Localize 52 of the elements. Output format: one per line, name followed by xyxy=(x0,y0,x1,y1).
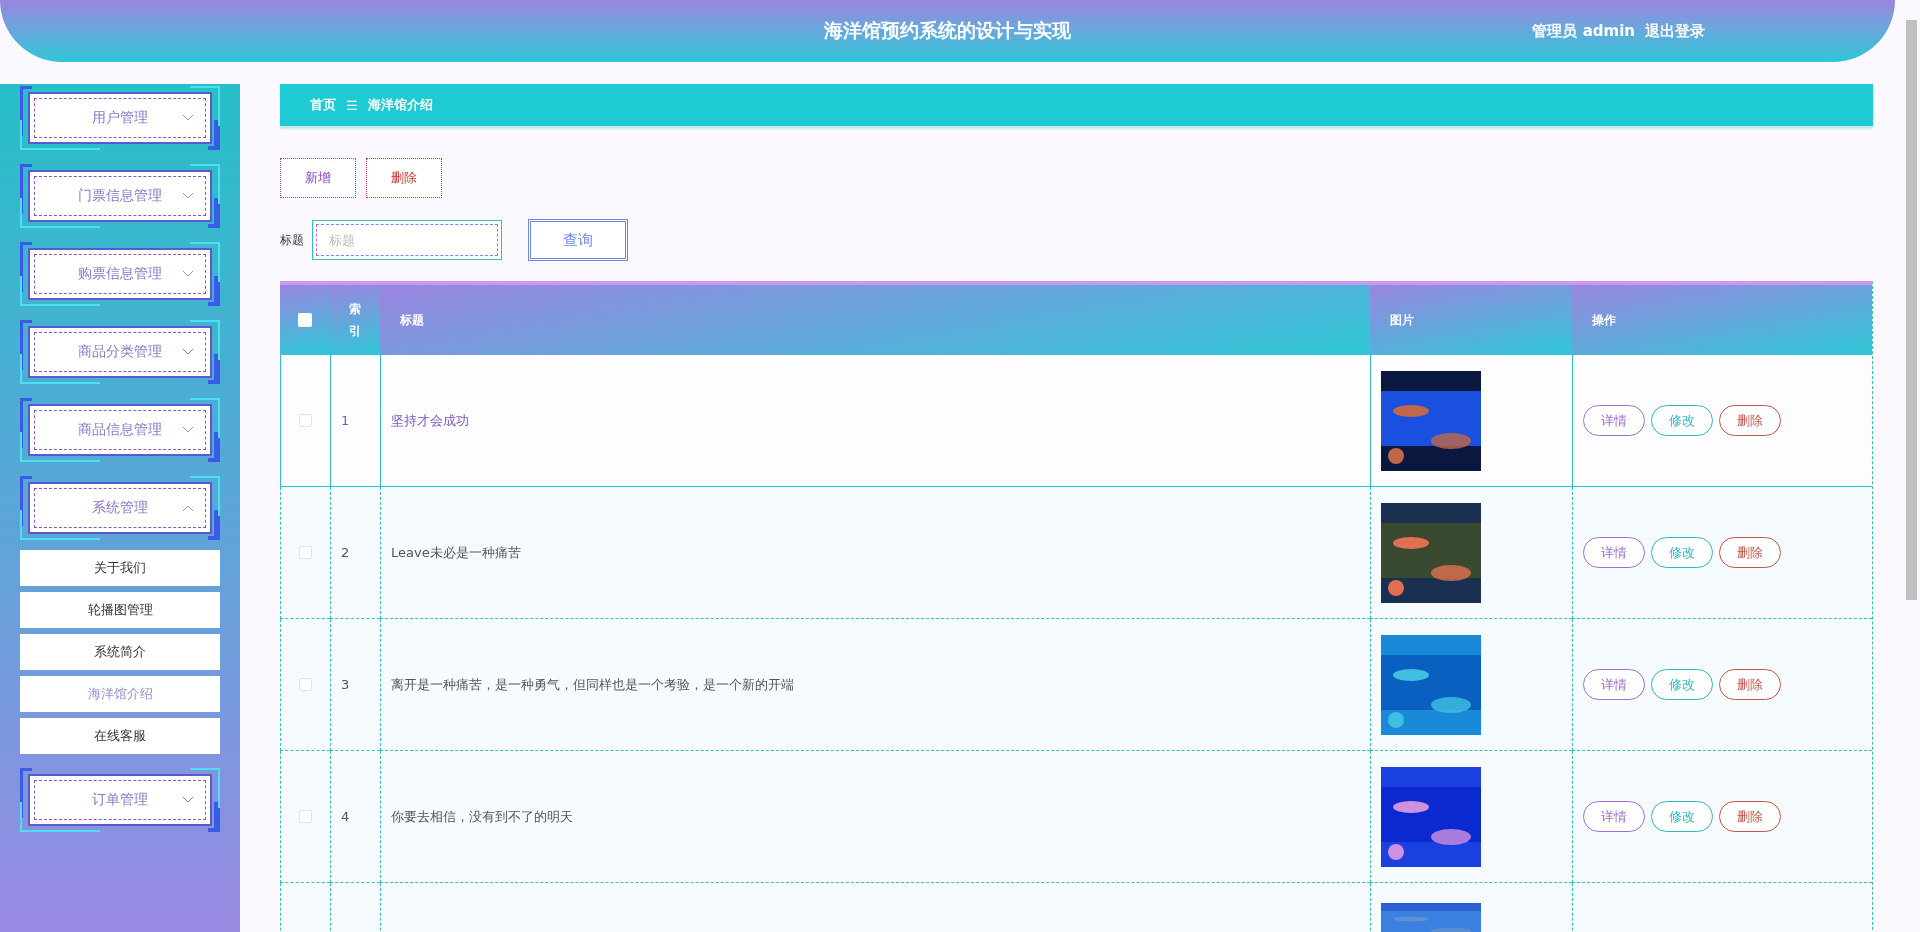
column-header: 图片 xyxy=(1370,285,1572,355)
action-button[interactable]: 详情 xyxy=(1583,537,1645,568)
submenu-item[interactable]: 在线客服 xyxy=(20,718,220,754)
chevron-icon xyxy=(182,270,194,278)
search-label: 标题 xyxy=(280,231,304,249)
table-cell: 2 xyxy=(330,487,380,619)
table-cell: 3 xyxy=(330,619,380,751)
table-cell: 坚持才会成功 xyxy=(380,355,1370,487)
chevron-icon xyxy=(182,426,194,434)
user-label: 管理员 admin xyxy=(1532,21,1635,41)
chevron-icon xyxy=(182,504,194,512)
table-cell: 你要去相信，没有到不了的明天 xyxy=(380,751,1370,883)
action-button[interactable]: 修改 xyxy=(1651,405,1713,436)
action-button[interactable]: 修改 xyxy=(1651,669,1713,700)
checkbox[interactable] xyxy=(299,678,312,691)
chevron-icon xyxy=(182,114,194,122)
action-button[interactable]: 删除 xyxy=(1719,405,1781,436)
table-cell: 离开是一种痛苦，是一种勇气，但同样也是一个考验，是一个新的开端 xyxy=(380,619,1370,751)
chevron-icon xyxy=(182,192,194,200)
checkbox[interactable] xyxy=(299,546,312,559)
column-header: 操作 xyxy=(1572,285,1872,355)
column-header: 索引 xyxy=(330,285,380,355)
table-cell: 1 xyxy=(330,355,380,487)
checkbox[interactable] xyxy=(299,810,312,823)
action-button[interactable]: 详情 xyxy=(1583,801,1645,832)
submenu-item[interactable]: 轮播图管理 xyxy=(20,592,220,628)
breadcrumb-separator: ☰ xyxy=(346,97,358,113)
action-button[interactable]: 删除 xyxy=(1719,669,1781,700)
table-cell: Leave未必是一种痛苦 xyxy=(380,487,1370,619)
submenu-item[interactable]: 海洋馆介绍 xyxy=(20,676,220,712)
column-header: 标题 xyxy=(380,285,1370,355)
add-button[interactable]: 新增 xyxy=(280,158,356,198)
table-cell: 4 xyxy=(330,751,380,883)
search-field[interactable]: 标题 xyxy=(312,220,502,260)
action-button[interactable]: 删除 xyxy=(1719,801,1781,832)
checkbox[interactable] xyxy=(298,313,312,327)
action-button[interactable]: 修改 xyxy=(1651,537,1713,568)
delete-button[interactable]: 删除 xyxy=(366,158,442,198)
scrollbar[interactable] xyxy=(1906,20,1917,600)
window-title: 海洋馆预约系统的设计与实现 xyxy=(824,18,1071,43)
action-button[interactable]: 详情 xyxy=(1583,669,1645,700)
chevron-icon xyxy=(182,796,194,804)
submenu-item[interactable]: 关于我们 xyxy=(20,550,220,586)
search-button[interactable]: 查询 xyxy=(528,219,628,261)
action-button[interactable]: 修改 xyxy=(1651,801,1713,832)
breadcrumb-current: 海洋馆介绍 xyxy=(367,96,433,114)
chevron-icon xyxy=(182,348,194,356)
checkbox[interactable] xyxy=(299,414,312,427)
submenu-item[interactable]: 系统简介 xyxy=(20,634,220,670)
action-button[interactable]: 删除 xyxy=(1719,537,1781,568)
action-button[interactable]: 详情 xyxy=(1583,405,1645,436)
logout-link[interactable]: 退出登录 xyxy=(1645,21,1705,41)
